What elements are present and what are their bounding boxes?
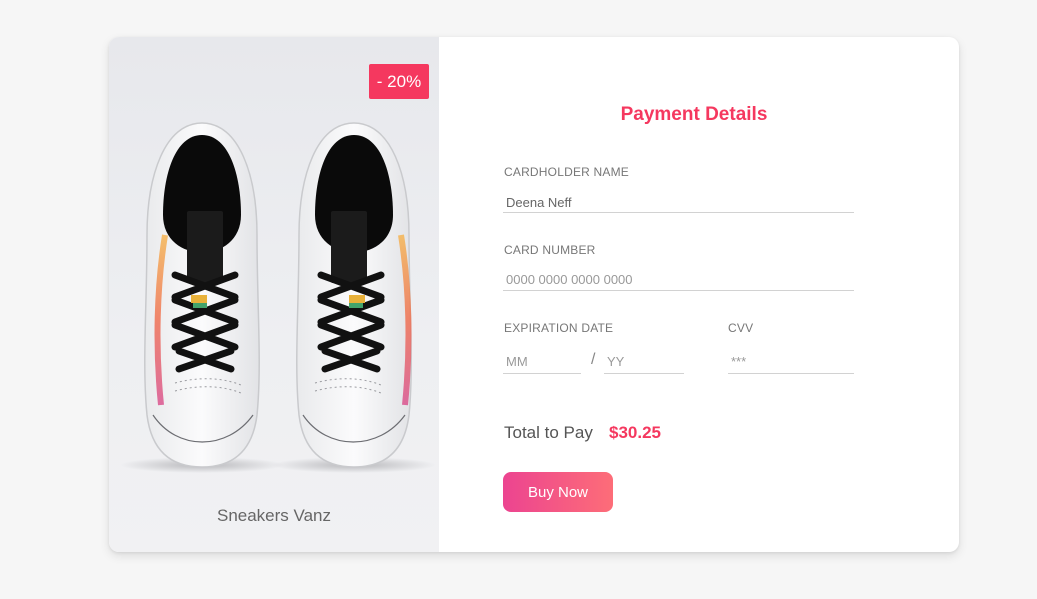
- cardholder-label: CARDHOLDER NAME: [504, 165, 630, 179]
- page-title: Payment Details: [620, 104, 768, 125]
- cvv-label: CVV: [728, 321, 754, 335]
- expiration-label: EXPIRATION DATE: [504, 321, 614, 335]
- card-number-input[interactable]: [503, 269, 854, 291]
- expiry-separator: /: [591, 351, 596, 368]
- expiry-year-input[interactable]: [604, 350, 684, 374]
- discount-badge: - 20%: [369, 64, 429, 99]
- sneakers-image: [120, 122, 436, 473]
- product-name: Sneakers Vanz: [216, 506, 332, 525]
- expiry-month-input[interactable]: [503, 350, 581, 374]
- buy-now-button[interactable]: Buy Now: [503, 472, 613, 512]
- total-amount: $30.25: [609, 423, 661, 442]
- total-label: Total to Pay: [504, 423, 593, 442]
- cvv-input[interactable]: [728, 349, 854, 374]
- payment-card: - 20% Sneakers Vanz Payment Details CARD…: [109, 37, 959, 552]
- product-panel: - 20% Sneakers Vanz: [109, 37, 439, 552]
- card-number-label: CARD NUMBER: [504, 243, 596, 257]
- cardholder-input[interactable]: [503, 192, 854, 213]
